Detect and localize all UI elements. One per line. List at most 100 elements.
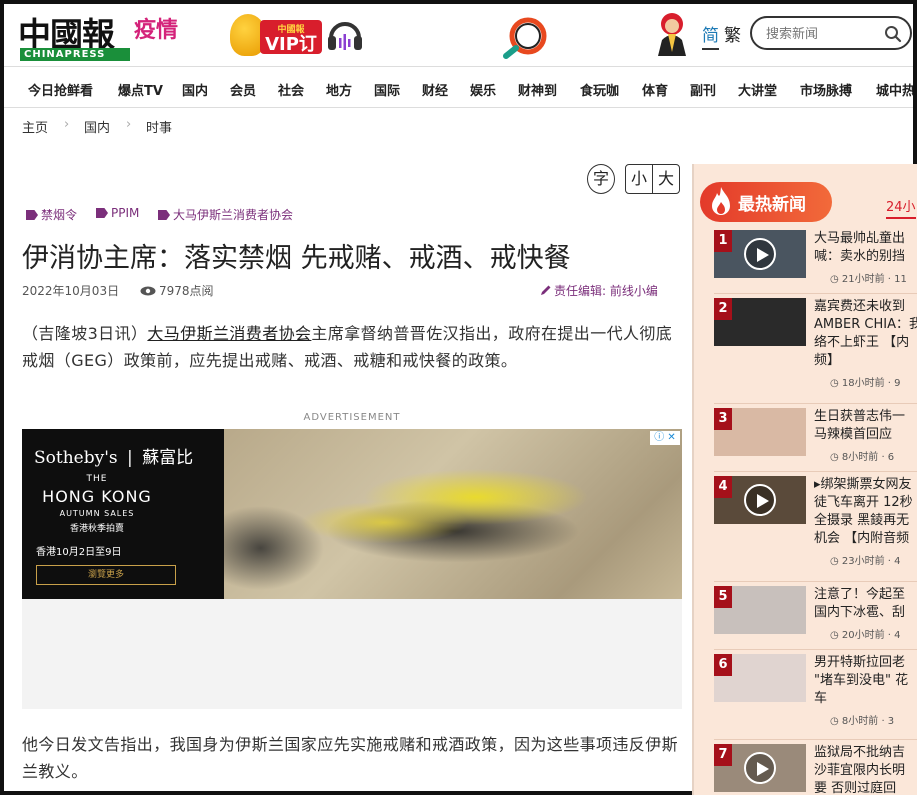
hot-news-item[interactable]: 2 嘉宾费还未收到 AMBER CHIA：我 络不上虾王 【内 频】 ◷ 18小时前 · … (714, 298, 917, 404)
ad-brand-cn: 蘇富比 (142, 448, 194, 468)
tag-label: PPIM (111, 206, 140, 220)
hot-news-thumbnail[interactable]: 2 (714, 298, 806, 346)
breadcrumb-current-affairs[interactable]: 时事 (146, 117, 172, 136)
nav-item[interactable]: 财神到 (518, 80, 557, 99)
nav-item[interactable]: 地方 (326, 80, 352, 99)
editor-label: 责任编辑: 前线小编 (554, 284, 658, 298)
ad-banner-text-panel[interactable]: Sotheby's | 蘇富比 THE HONG KONG AUTUMN SAL… (22, 429, 224, 599)
tag-link[interactable]: 禁烟令 (26, 206, 77, 223)
hot-news-thumbnail[interactable]: 1 (714, 230, 806, 278)
hot-news-item[interactable]: 7 监狱局不批纳吉 沙菲宜限内长明要 否则过庭回 (714, 744, 917, 795)
play-icon[interactable] (744, 238, 776, 270)
clock-icon: ◷ (830, 274, 842, 285)
chevron-right-icon: › (64, 117, 70, 132)
nav-item[interactable]: 大讲堂 (738, 80, 777, 99)
tag-link[interactable]: PPIM (96, 206, 139, 220)
ad-sales: AUTUMN SALES (59, 509, 135, 518)
hot-news-thumbnail[interactable]: 6 (714, 654, 806, 702)
hot-news-header: 最热新闻 (700, 182, 832, 222)
play-icon[interactable] (744, 484, 776, 516)
nav-item[interactable]: 市场脉搏 (800, 80, 852, 99)
headline-line: 沙菲宜限内长明 (814, 763, 906, 778)
ad-artwork-image[interactable] (224, 429, 682, 599)
hot-news-thumbnail[interactable]: 4 (714, 476, 806, 524)
hot-news-item[interactable]: 3 生日获普志伟一 马辣模首回应 ◷ 8小时前 · 6 (714, 408, 917, 472)
chinapress-logo[interactable]: 中國報 疫情 CHINAPRESS (18, 8, 188, 62)
hot-news-item[interactable]: 4 ▸绑架撕票女网友 徒飞车离开 12秒 全摄录 黑錂再无 机会 【内附音频 ◷ 23小时… (714, 476, 917, 582)
hot-news-item[interactable]: 6 男开特斯拉回老 "堵车到没电" 花车 ◷ 8小时前 · 3 (714, 654, 917, 740)
headline-line: AMBER CHIA：我 (814, 317, 917, 332)
hot-news-thumbnail[interactable]: 7 (714, 744, 806, 792)
hot-news-headline[interactable]: 注意了！今起至 国内下冰雹、刮 (814, 586, 917, 622)
hot-news-thumbnail[interactable]: 5 (714, 586, 806, 634)
headline-line: 注意了！今起至 (814, 587, 906, 602)
tab-24h[interactable]: 24小 (886, 196, 916, 219)
font-large-button[interactable]: 大 (652, 164, 680, 194)
vip-subscribe-button[interactable]: 中國報 VIP订阅 (226, 12, 322, 75)
magnifier-logo-icon[interactable] (500, 16, 552, 60)
nav-item[interactable]: 社会 (278, 80, 304, 99)
mascot-icon (658, 13, 686, 56)
article-views: 7978点阅 (140, 282, 214, 299)
nav-item[interactable]: 国内 (182, 80, 208, 99)
nav-item[interactable]: 城中热 (876, 80, 913, 99)
logo-epidemic-label: 疫情 (134, 18, 179, 43)
lang-traditional-toggle[interactable]: 繁 (724, 21, 741, 46)
nav-item[interactable]: 财经 (422, 80, 448, 99)
article-paragraph: 他今日发文告指出，我国身为伊斯兰国家应先实施戒赌和戒酒政策，因为这些事项违反伊斯… (22, 735, 679, 781)
search-box (750, 16, 912, 50)
tag-icon (158, 210, 170, 220)
font-small-button[interactable]: 小 (625, 164, 653, 194)
breadcrumb-domestic[interactable]: 国内 (84, 117, 110, 136)
pencil-icon (541, 285, 551, 295)
hot-news-item[interactable]: 5 注意了！今起至 国内下冰雹、刮 ◷ 20小时前 · 4 (714, 586, 917, 650)
hot-news-headline[interactable]: 生日获普志伟一 马辣模首回应 (814, 408, 917, 444)
rank-badge: 4 (714, 476, 732, 498)
headline-line: 喊：卖水的别挡 (814, 249, 906, 264)
article-editor[interactable]: 责任编辑: 前线小编 (540, 282, 658, 299)
hot-news-headline[interactable]: ▸绑架撕票女网友 徒飞车离开 12秒 全摄录 黑錂再无 机会 【内附音频 (814, 476, 917, 548)
nav-item[interactable]: 娱乐 (470, 80, 496, 99)
clock-icon: ◷ (830, 556, 842, 567)
headline-line: 车 (814, 691, 828, 706)
search-input[interactable] (766, 24, 878, 44)
headline-line: 国内下冰雹、刮 (814, 605, 906, 620)
play-icon[interactable] (744, 752, 776, 784)
font-size-icon[interactable]: 字 (587, 164, 615, 194)
ad-choices-close-icon[interactable]: ⓘ ✕ (650, 431, 680, 445)
headphone-icon[interactable] (326, 14, 364, 54)
hot-news-headline[interactable]: 大马最帅乩童出 喊：卖水的别挡 (814, 230, 917, 266)
nav-item[interactable]: 今日抢鲜看 (28, 80, 93, 99)
search-icon[interactable] (884, 25, 902, 43)
hot-news-headline[interactable]: 男开特斯拉回老 "堵车到没电" 花车 (814, 654, 917, 708)
headline-line: 嘉宾费还未收到 (814, 299, 906, 314)
headline-line: 络不上虾王 【内 (814, 335, 910, 350)
rank-badge: 1 (714, 230, 732, 252)
organization-link[interactable]: 大马伊斯兰消费者协会 (147, 324, 311, 343)
nav-item[interactable]: 国际 (374, 80, 400, 99)
hot-news-meta: ◷ 8小时前 · 3 (830, 712, 894, 727)
meta-text: 23小时前 · 4 (841, 556, 901, 567)
ad-cta-button[interactable]: 瀏覽更多 (36, 565, 176, 585)
nav-item[interactable]: 会员 (230, 80, 256, 99)
headline-line: ▸绑架撕票女网友 (814, 477, 912, 492)
headline-line: 全摄录 黑錂再无 (814, 513, 910, 528)
nav-item[interactable]: 副刊 (690, 80, 716, 99)
hot-news-thumbnail[interactable]: 3 (714, 408, 806, 456)
nav-item[interactable]: 爆点TV (118, 80, 163, 99)
hot-news-headline[interactable]: 监狱局不批纳吉 沙菲宜限内长明要 否则过庭回 (814, 744, 917, 795)
ad-sales-cn: 香港秋季拍賣 (69, 524, 124, 534)
headline-line: "堵车到没电" 花 (814, 673, 909, 688)
hot-news-meta: ◷ 8小时前 · 6 (830, 448, 894, 463)
tag-link[interactable]: 大马伊斯兰消费者协会 (158, 206, 293, 223)
nav-item[interactable]: 食玩咖 (580, 80, 619, 99)
meta-text: 20小时前 · 4 (841, 630, 901, 641)
headline-line: 男开特斯拉回老 (814, 655, 906, 670)
nav-item[interactable]: 体育 (642, 80, 668, 99)
hot-news-headline[interactable]: 嘉宾费还未收到 AMBER CHIA：我 络不上虾王 【内 频】 (814, 298, 917, 370)
hot-news-meta: ◷ 23小时前 · 4 (830, 552, 901, 567)
hot-news-item[interactable]: 1 大马最帅乩童出 喊：卖水的别挡 ◷ 21小时前 · 11 (714, 230, 917, 294)
views-count: 7978点阅 (159, 284, 214, 298)
lang-simplified-toggle[interactable]: 简 (702, 21, 719, 50)
breadcrumb-home[interactable]: 主页 (22, 117, 48, 136)
